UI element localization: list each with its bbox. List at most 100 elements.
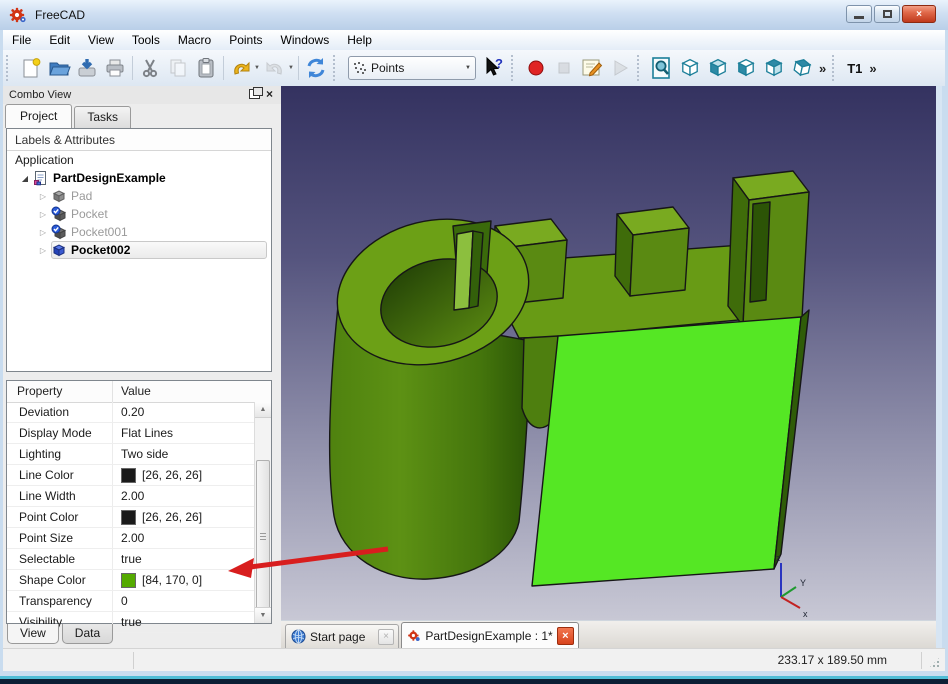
point-color-swatch[interactable]	[121, 510, 136, 525]
shape-color-swatch[interactable]	[121, 573, 136, 588]
maximize-button[interactable]	[874, 5, 900, 23]
collapsed-arrow-icon[interactable]: ▷	[37, 192, 49, 201]
menu-help[interactable]: Help	[338, 31, 381, 49]
tab-label[interactable]: Start page	[306, 630, 378, 644]
print-button[interactable]	[101, 54, 129, 82]
title-bar[interactable]: FreeCAD ×	[0, 0, 948, 30]
open-button[interactable]	[45, 54, 73, 82]
save-icon	[75, 56, 99, 80]
undo-button[interactable]	[227, 54, 255, 82]
combo-view-titlebar[interactable]: Combo View ×	[3, 86, 281, 104]
fit-all-button[interactable]	[648, 54, 676, 82]
tree-item-pad[interactable]: ▷ Pad	[7, 187, 271, 205]
property-row-point-color[interactable]: Point Color[26, 26, 26]	[7, 507, 255, 528]
tab-label[interactable]: PartDesignExample : 1*	[421, 629, 556, 643]
toolbar-separator	[298, 56, 299, 80]
pocket-feature-icon	[51, 242, 67, 258]
property-row-lighting[interactable]: LightingTwo side	[7, 444, 255, 465]
panel-float-icon[interactable]	[249, 89, 260, 99]
macro-play-button[interactable]	[606, 54, 634, 82]
line-color-swatch[interactable]	[121, 468, 136, 483]
toolbar-handle[interactable]	[637, 55, 645, 81]
close-icon: ×	[916, 9, 922, 20]
column-header-property[interactable]: Property	[7, 381, 113, 402]
property-row-selectable[interactable]: Selectabletrue	[7, 549, 255, 570]
tab-project[interactable]: Project	[5, 104, 72, 128]
menu-file[interactable]: File	[3, 31, 40, 49]
column-header-value[interactable]: Value	[113, 381, 271, 402]
whats-this-button[interactable]: ?	[480, 54, 508, 82]
collapsed-arrow-icon[interactable]: ▷	[37, 228, 49, 237]
status-separator	[921, 652, 922, 669]
property-row-deviation[interactable]: Deviation0.20	[7, 402, 255, 423]
property-row-shape-color[interactable]: Shape Color[84, 170, 0]	[7, 570, 255, 591]
view-rear-button[interactable]	[788, 54, 816, 82]
save-button[interactable]	[73, 54, 101, 82]
view-right-button[interactable]	[760, 54, 788, 82]
tree-item-pocket001[interactable]: ▷ Pocket001	[7, 223, 271, 241]
toolbar-overflow-button[interactable]: »	[866, 61, 879, 76]
macro-stop-button[interactable]	[550, 54, 578, 82]
workbench-selector[interactable]: Points ▼	[348, 56, 476, 80]
view-axonometric-button[interactable]	[676, 54, 704, 82]
window-left-border	[0, 30, 3, 676]
macro-edit-button[interactable]	[578, 54, 606, 82]
tab-start-page[interactable]: Start page ×	[285, 624, 399, 649]
menu-points[interactable]: Points	[220, 31, 271, 49]
tree-item-pocket002[interactable]: ▷ Pocket002	[7, 241, 271, 259]
tab-view[interactable]: View	[7, 624, 59, 644]
view-front-button[interactable]	[704, 54, 732, 82]
property-row-line-color[interactable]: Line Color[26, 26, 26]	[7, 465, 255, 486]
copy-button[interactable]	[164, 54, 192, 82]
tab-close-icon[interactable]: ×	[557, 627, 574, 645]
resize-grip[interactable]	[928, 656, 941, 669]
tree-item-partdesignexample[interactable]: ◢ PartDesignExample	[7, 169, 271, 187]
redo-button[interactable]	[261, 54, 289, 82]
svg-text:?: ?	[495, 56, 503, 71]
tree-item-pocket[interactable]: ▷ Pocket	[7, 205, 271, 223]
scroll-down-icon[interactable]: ▼	[255, 607, 271, 623]
whats-this-icon: ?	[482, 56, 506, 80]
expanded-arrow-icon[interactable]: ◢	[19, 174, 31, 183]
macro-record-button[interactable]	[522, 54, 550, 82]
menu-macro[interactable]: Macro	[169, 31, 220, 49]
paste-button[interactable]	[192, 54, 220, 82]
toolbar-handle[interactable]	[832, 55, 840, 81]
toolbar-overflow-button[interactable]: »	[816, 61, 829, 76]
toolbar-handle[interactable]	[333, 55, 341, 81]
scrollbar-thumb[interactable]	[256, 460, 270, 612]
refresh-button[interactable]	[302, 54, 330, 82]
tree-item-application[interactable]: Application	[7, 151, 271, 169]
axonometric-cube-icon	[678, 56, 702, 80]
tab-close-icon[interactable]: ×	[378, 629, 394, 645]
top-view-cube-icon	[734, 56, 758, 80]
undo-dropdown-arrow[interactable]: ▼	[253, 65, 261, 71]
axis-x-label: x	[803, 609, 808, 619]
tab-data[interactable]: Data	[62, 624, 113, 644]
globe-icon	[291, 629, 306, 644]
collapsed-arrow-icon[interactable]: ▷	[37, 246, 49, 255]
cut-button[interactable]	[136, 54, 164, 82]
property-row-line-width[interactable]: Line Width2.00	[7, 486, 255, 507]
toolbar-handle[interactable]	[511, 55, 519, 81]
tab-tasks[interactable]: Tasks	[74, 106, 131, 128]
menu-view[interactable]: View	[79, 31, 123, 49]
property-row-display-mode[interactable]: Display ModeFlat Lines	[7, 423, 255, 444]
property-row-transparency[interactable]: Transparency0	[7, 591, 255, 612]
scroll-up-icon[interactable]: ▲	[255, 402, 271, 418]
menu-tools[interactable]: Tools	[123, 31, 169, 49]
menu-edit[interactable]: Edit	[40, 31, 79, 49]
close-button[interactable]: ×	[902, 5, 936, 23]
view-top-button[interactable]	[732, 54, 760, 82]
tab-partdesignexample[interactable]: PartDesignExample : 1* ×	[401, 622, 579, 649]
property-row-point-size[interactable]: Point Size2.00	[7, 528, 255, 549]
menu-windows[interactable]: Windows	[272, 31, 339, 49]
property-scrollbar[interactable]: ▲ ▼	[254, 402, 271, 623]
collapsed-arrow-icon[interactable]: ▷	[37, 210, 49, 219]
toolbar-handle[interactable]	[6, 55, 14, 81]
3d-viewport[interactable]: z Y x	[281, 86, 936, 620]
freecad-logo-icon	[9, 6, 27, 24]
panel-close-icon[interactable]: ×	[266, 89, 273, 99]
new-document-button[interactable]	[17, 54, 45, 82]
minimize-button[interactable]	[846, 5, 872, 23]
